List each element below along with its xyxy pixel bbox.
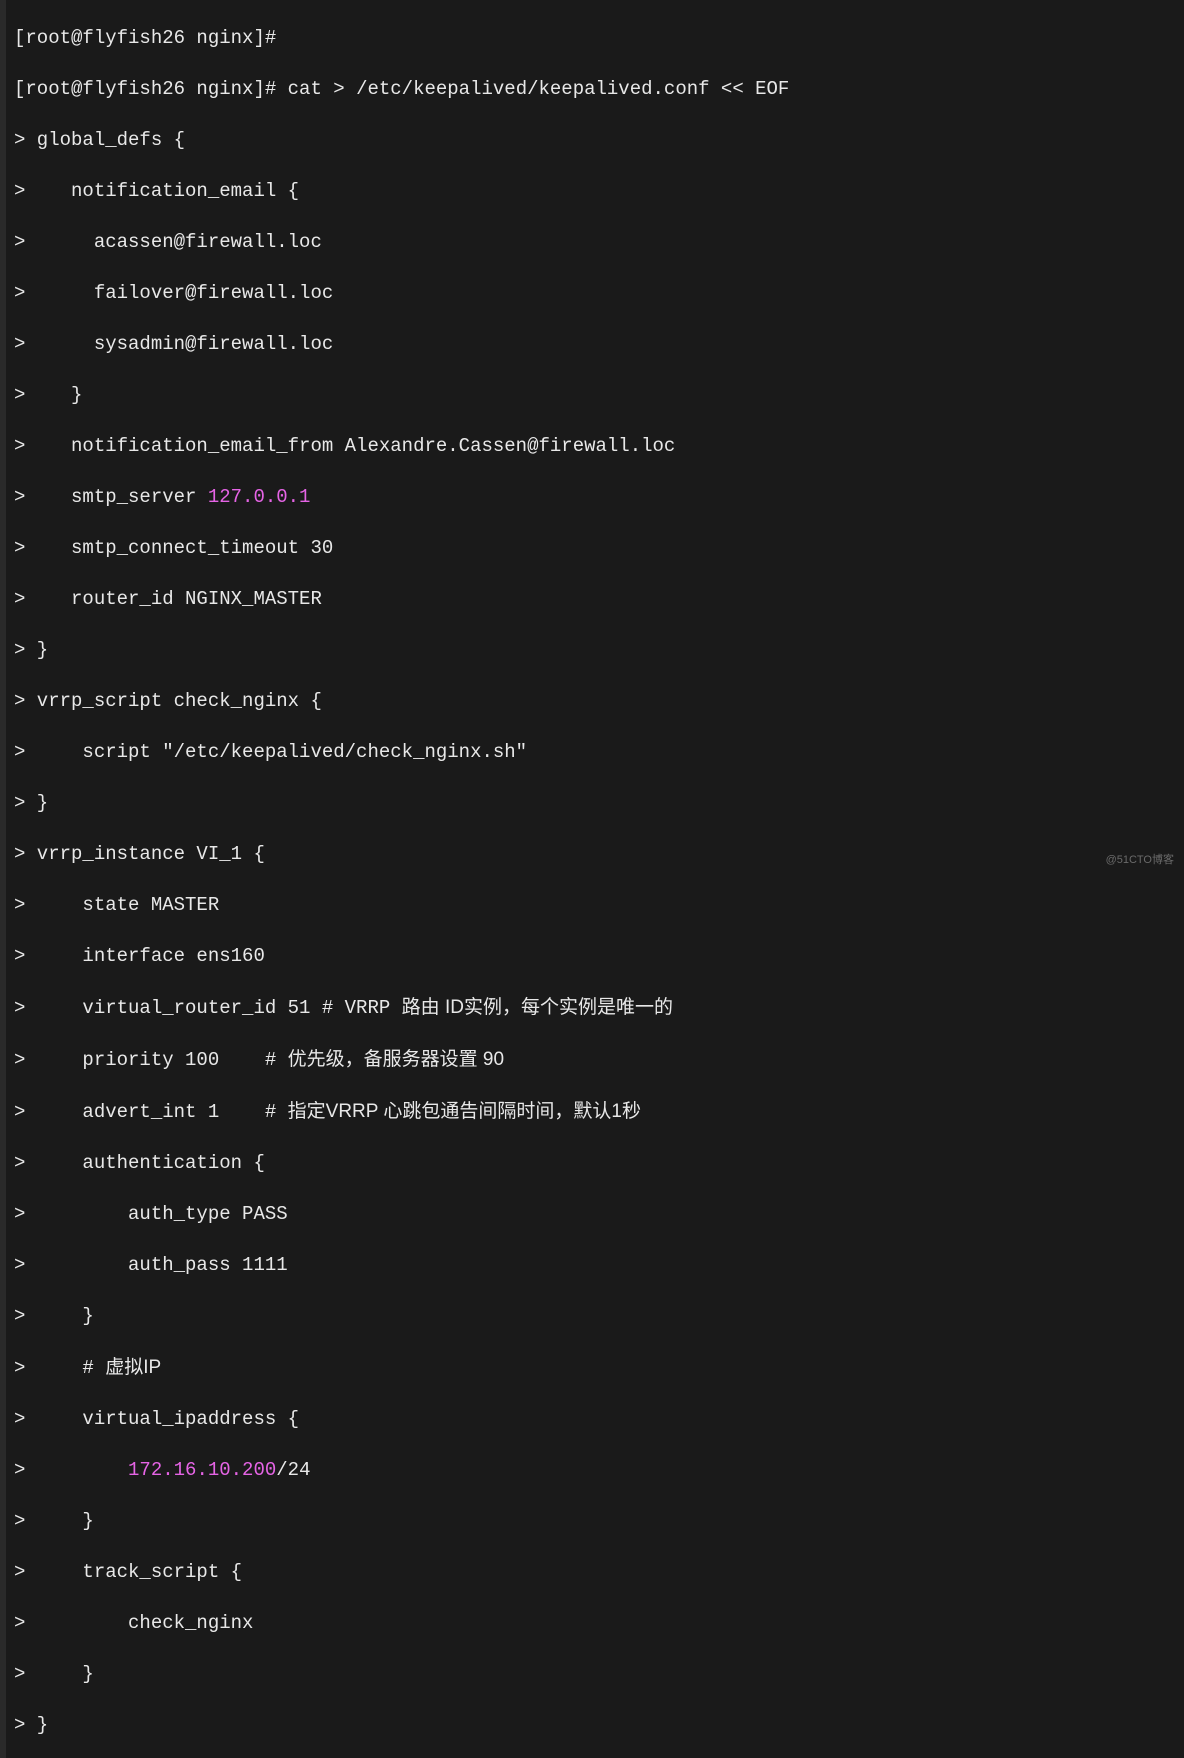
shell-prompt: [root@flyfish26 nginx]# [14,27,276,49]
heredoc-line: > router_id NGINX_MASTER [14,587,1176,613]
heredoc-line: > notification_email { [14,179,1176,205]
heredoc-line: > failover@firewall.loc [14,281,1176,307]
heredoc-line: > interface ens160 [14,944,1176,970]
heredoc-line: > } [14,1304,1176,1330]
heredoc-line: > } [14,1713,1176,1739]
heredoc-line: > auth_pass 1111 [14,1253,1176,1279]
shell-prompt: [root@flyfish26 nginx]# [14,78,288,100]
heredoc-line: > } [14,791,1176,817]
heredoc-line: > check_nginx [14,1611,1176,1637]
comment-cjk: 虚拟IP [105,1357,161,1378]
heredoc-line: > script "/etc/keepalived/check_nginx.sh… [14,740,1176,766]
heredoc-line: > } [14,638,1176,664]
heredoc-line: > advert_int 1 # 指定VRRP 心跳包通告间隔时间，默认1秒 [14,1099,1176,1126]
heredoc-line: > virtual_router_id 51 # VRRP 路由 ID实例，每个… [14,995,1176,1022]
heredoc-line: > state MASTER [14,893,1176,919]
heredoc-line: > vrrp_script check_nginx { [14,689,1176,715]
prompt-line-prev: [root@flyfish26 nginx]# [14,26,1176,52]
heredoc-line: > } [14,1509,1176,1535]
comment-cjk: 路由 ID实例，每个实例是唯一的 [402,997,673,1018]
heredoc-line: > acassen@firewall.loc [14,230,1176,256]
heredoc-line: > sysadmin@firewall.loc [14,332,1176,358]
heredoc-line: > virtual_ipaddress { [14,1407,1176,1433]
heredoc-line: > } [14,383,1176,409]
cidr-suffix: /24 [276,1459,310,1481]
heredoc-line: > smtp_connect_timeout 30 [14,536,1176,562]
heredoc-line: > track_script { [14,1560,1176,1586]
heredoc-line: > # 虚拟IP [14,1355,1176,1382]
ip-address: 172.16.10.200 [128,1459,276,1481]
heredoc-line: > priority 100 # 优先级，备服务器设置 90 [14,1047,1176,1074]
heredoc-line: > authentication { [14,1151,1176,1177]
comment-cjk: 优先级，备服务器设置 90 [288,1049,504,1070]
heredoc-line: > vrrp_instance VI_1 { [14,842,1176,868]
watermark-label: @51CTO博客 [1106,848,1174,874]
heredoc-line: > } [14,1662,1176,1688]
ip-address: 127.0.0.1 [208,486,311,508]
heredoc-line: > 172.16.10.200/24 [14,1458,1176,1484]
heredoc-line: > smtp_server 127.0.0.1 [14,485,1176,511]
heredoc-line: > global_defs { [14,128,1176,154]
heredoc-line: > auth_type PASS [14,1202,1176,1228]
heredoc-line: > notification_email_from Alexandre.Cass… [14,434,1176,460]
comment-cjk: 指定VRRP 心跳包通告间隔时间，默认1秒 [288,1101,641,1122]
prompt-line-cmd: [root@flyfish26 nginx]# cat > /etc/keepa… [14,77,1176,103]
command-text: cat > /etc/keepalived/keepalived.conf <<… [288,78,790,100]
terminal-output[interactable]: [root@flyfish26 nginx]# [root@flyfish26 … [0,0,1184,1758]
